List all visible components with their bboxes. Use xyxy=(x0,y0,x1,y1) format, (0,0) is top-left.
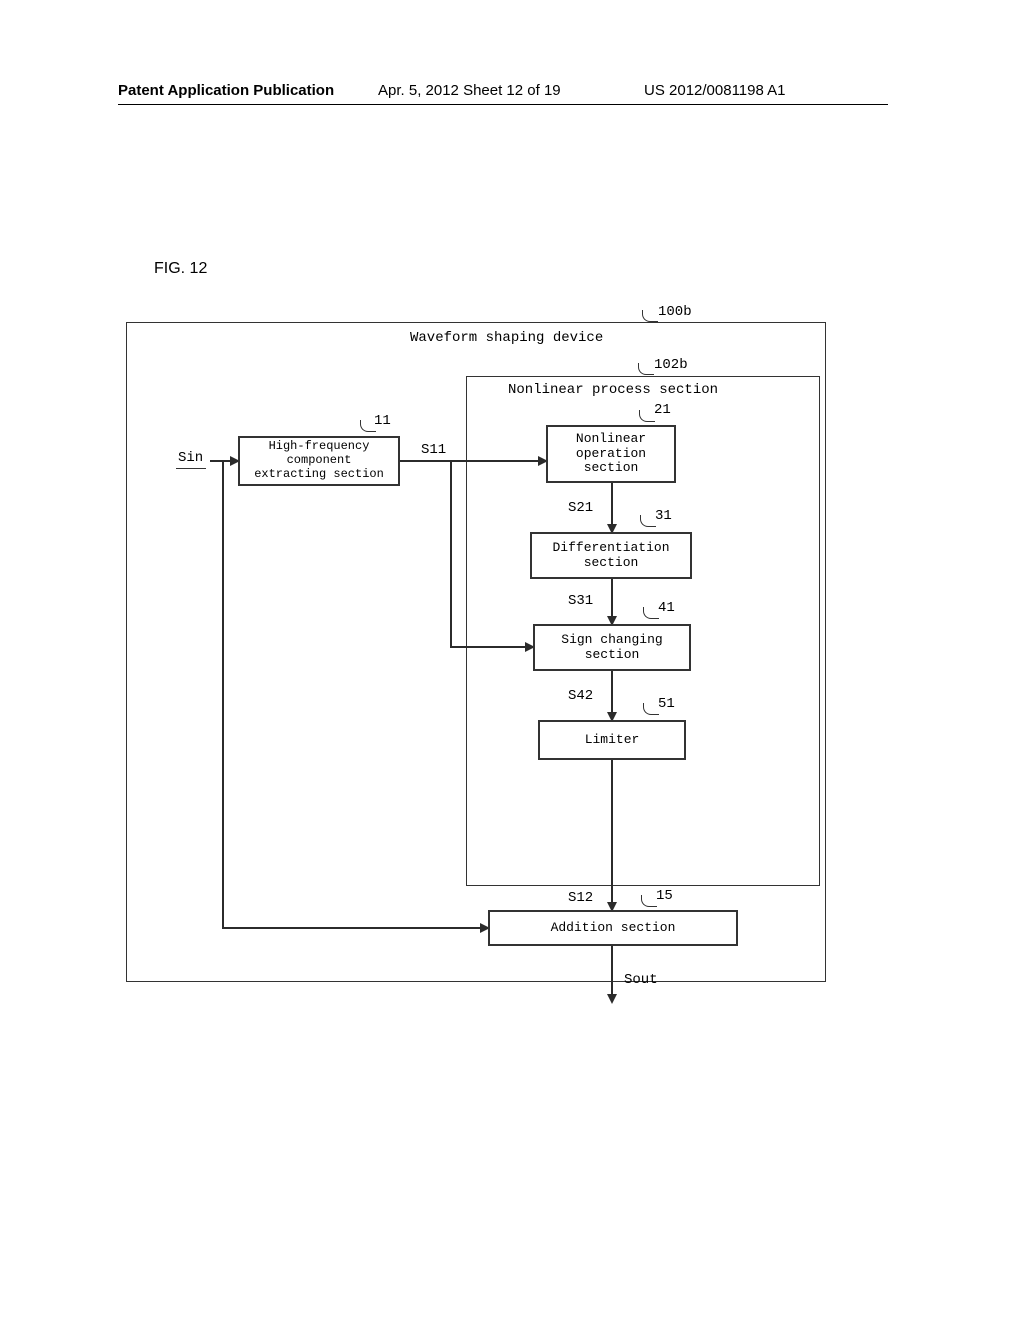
addition-section-box: Addition section xyxy=(488,910,738,946)
sign-l2: section xyxy=(585,648,640,663)
nonlinear-operation-box: Nonlinear operation section xyxy=(546,425,676,483)
sign-changing-box: Sign changing section xyxy=(533,624,691,671)
arrow-limiter-addition xyxy=(611,760,613,910)
header-rule xyxy=(118,104,888,105)
sign-l1: Sign changing xyxy=(561,633,662,648)
signal-s11: S11 xyxy=(421,442,446,458)
ref-15: 15 xyxy=(656,888,673,904)
ref-100b: 100b xyxy=(658,304,692,320)
branch-s11-down xyxy=(450,460,452,648)
limiter-l: Limiter xyxy=(585,733,640,748)
high-frequency-component-box: High-frequency component extracting sect… xyxy=(238,436,400,486)
header-mid: Apr. 5, 2012 Sheet 12 of 19 xyxy=(378,82,561,99)
limiter-box: Limiter xyxy=(538,720,686,760)
signal-s21: S21 xyxy=(568,500,593,516)
leader-21 xyxy=(639,410,655,422)
leader-41 xyxy=(643,607,659,619)
ref-102b: 102b xyxy=(654,357,688,373)
branch-s11-right xyxy=(450,646,533,648)
diff-l1: Differentiation xyxy=(552,541,669,556)
arrow-hfc-nlo xyxy=(400,460,548,462)
header-left: Patent Application Publication xyxy=(118,82,334,99)
figure-label: FIG. 12 xyxy=(154,260,207,278)
nlo-l3: section xyxy=(584,461,639,476)
differentiation-box: Differentiation section xyxy=(530,532,692,579)
hfc-l2: component xyxy=(287,454,352,468)
arrow-sout xyxy=(611,946,613,996)
signal-sin: Sin xyxy=(178,450,203,466)
hfc-l1: High-frequency xyxy=(269,440,370,454)
arrowhead-sout xyxy=(607,994,617,1004)
page-header: Patent Application Publication Apr. 5, 2… xyxy=(0,82,1024,106)
leader-51 xyxy=(643,703,659,715)
nl-section-title: Nonlinear process section xyxy=(508,382,718,398)
outer-box-title: Waveform shaping device xyxy=(410,330,603,346)
leader-15 xyxy=(641,895,657,907)
header-right: US 2012/0081198 A1 xyxy=(644,82,786,99)
leader-11 xyxy=(360,420,376,432)
ref-41: 41 xyxy=(658,600,675,616)
ref-21: 21 xyxy=(654,402,671,418)
signal-s31: S31 xyxy=(568,593,593,609)
branch-sin-right xyxy=(222,927,488,929)
diagram-area: Waveform shaping device 100b Nonlinear p… xyxy=(118,300,888,1020)
sin-underline xyxy=(176,468,206,469)
nlo-l1: Nonlinear xyxy=(576,432,646,447)
leader-100b xyxy=(642,310,658,322)
signal-sout: Sout xyxy=(624,972,658,988)
diff-l2: section xyxy=(584,556,639,571)
signal-s12: S12 xyxy=(568,890,593,906)
hfc-l3: extracting section xyxy=(254,468,384,482)
signal-s42: S42 xyxy=(568,688,593,704)
ref-31: 31 xyxy=(655,508,672,524)
leader-102b xyxy=(638,363,654,375)
nlo-l2: operation xyxy=(576,447,646,462)
addition-l: Addition section xyxy=(551,921,676,936)
branch-sin-down xyxy=(222,461,224,928)
ref-51: 51 xyxy=(658,696,675,712)
leader-31 xyxy=(640,515,656,527)
ref-11: 11 xyxy=(374,413,391,429)
